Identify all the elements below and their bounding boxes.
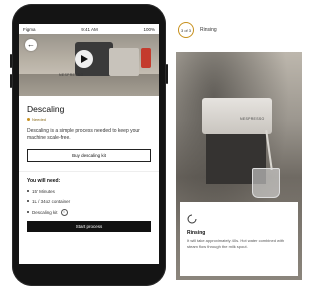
status-badge: Needed — [27, 117, 151, 122]
step-counter: 3 of 3 — [180, 27, 191, 33]
main-content: Descaling Needed Descaling is a simple p… — [19, 104, 159, 232]
need-item-label: 1L / 34oz container — [32, 198, 71, 204]
volume-up-button — [10, 54, 12, 68]
list-item: 15' Minutes — [27, 189, 151, 194]
loading-spinner-icon — [187, 214, 197, 224]
clock-label: 9:41 AM — [81, 26, 98, 32]
status-bar: Figma 9:41 AM 100% — [19, 24, 159, 34]
battery-label: 100% — [143, 26, 155, 32]
need-item-label: 15' Minutes — [32, 188, 55, 194]
needs-heading: You will need: — [27, 177, 61, 184]
machine-photo: NESPRESSO Rinsing It will take approxima… — [176, 52, 302, 280]
bullet-icon — [27, 190, 29, 192]
back-arrow-icon[interactable]: ← — [25, 39, 37, 51]
status-dot-icon — [27, 118, 30, 121]
card-description: It will take approximately 40s. Hot wate… — [187, 238, 285, 249]
list-item: Descaling kit i — [27, 208, 151, 216]
card-title: Rinsing — [187, 230, 206, 236]
step-title: Rinsing — [200, 27, 217, 33]
description-text: Descaling is a simple process needed to … — [27, 128, 140, 142]
machine-side-image — [109, 48, 139, 76]
need-item-label: Descaling kit — [32, 209, 58, 215]
step-progress-indicator: 3 of 3 — [178, 22, 194, 38]
volume-down-button — [10, 74, 12, 88]
step-header: 3 of 3 Rinsing — [178, 20, 302, 40]
counter-surface — [19, 74, 159, 96]
phone-mockup: Figma 9:41 AM 100% NESPRESSO ← Descaling… — [10, 4, 168, 286]
info-icon[interactable]: i — [60, 208, 68, 216]
status-label: Needed — [32, 117, 47, 122]
start-process-button[interactable]: Start process — [27, 220, 151, 232]
play-icon[interactable] — [75, 50, 93, 68]
bullet-icon — [27, 200, 29, 202]
rinsing-screen: 3 of 3 Rinsing NESPRESSO Rinsing It will… — [172, 20, 302, 280]
needs-list: 15' Minutes 1L / 34oz container Descalin… — [27, 189, 151, 216]
machine-top-image — [202, 98, 272, 134]
power-button — [166, 64, 168, 84]
bullet-icon — [27, 211, 29, 213]
page-title: Descaling — [27, 104, 65, 114]
red-object-image — [141, 48, 151, 68]
photo-brand-text: NESPRESSO — [240, 117, 265, 121]
divider — [19, 170, 159, 172]
carrier-label: Figma — [23, 26, 36, 32]
phone-screen: Figma 9:41 AM 100% NESPRESSO ← Descaling… — [19, 24, 159, 264]
step-card: Rinsing It will take approximately 40s. … — [180, 202, 298, 276]
hero-video[interactable]: NESPRESSO ← — [19, 34, 159, 96]
list-item: 1L / 34oz container — [27, 199, 151, 204]
hero-brand-text: NESPRESSO — [59, 73, 84, 77]
buy-descaling-kit-button[interactable]: Buy descaling kit — [27, 148, 151, 162]
cup-image — [252, 168, 280, 198]
